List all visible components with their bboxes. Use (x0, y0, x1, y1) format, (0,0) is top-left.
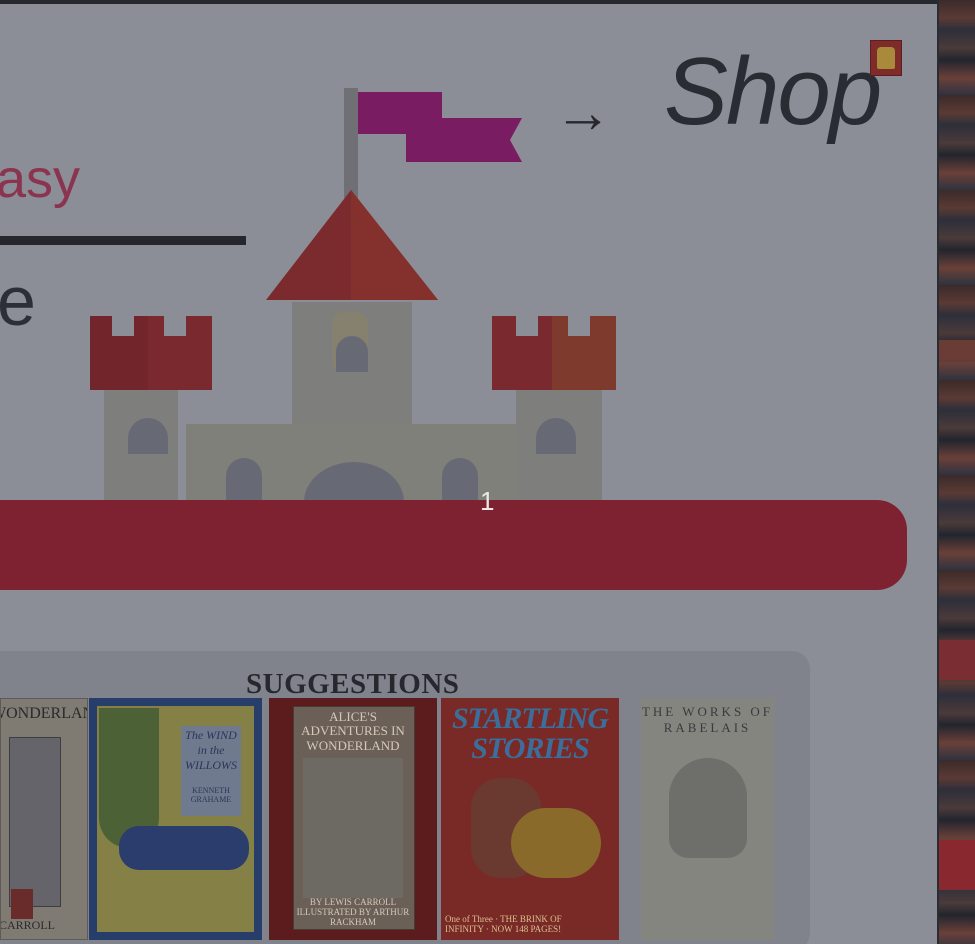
book-tagline: One of Three · THE BRINK OF INFINITY · N… (445, 914, 562, 934)
book-cover-wind-willows[interactable]: The WIND in the WILLOWS KENNETH GRAHAME (89, 698, 262, 940)
book-author: BY LEWIS CARROLL ILLUSTRATED BY ARTHUR R… (296, 897, 410, 928)
book-title: The WIND in the WILLOWS (184, 728, 237, 772)
book-author: CARROLL (0, 918, 55, 932)
flag-pole (344, 88, 358, 198)
right-background-strip (937, 0, 975, 944)
book-title: STARTLING STORIES (451, 702, 609, 765)
book-cover-wonderland[interactable]: WONDERLAND CARROLL (0, 698, 88, 940)
castle-illustration (90, 88, 616, 502)
book-title: THE WORKS OF RABELAIS (641, 704, 774, 735)
book-cover-rabelais[interactable]: THE WORKS OF RABELAIS (641, 698, 774, 940)
shop-logo-icon[interactable] (870, 40, 902, 76)
shop-title: Shop (664, 38, 882, 145)
suggestions-title: SUGGESTIONS (246, 668, 460, 700)
book-cover-alice[interactable]: ALICE'S ADVENTURES IN WONDERLAND BY LEWI… (269, 698, 437, 940)
hero-word-fantasy: asy (0, 149, 81, 209)
hero-word-bottom: e (0, 262, 36, 340)
page-indicator: 1 (480, 486, 495, 516)
flag-icon (358, 92, 522, 162)
main-page: asy e → Shop 1 SUGGESTIONS ONDERLA CARRO… (0, 4, 937, 944)
book-author: KENNETH GRAHAME (190, 786, 232, 804)
book-cover-startling[interactable]: STARTLING STORIES One of Three · THE BRI… (441, 698, 619, 940)
hero-banner[interactable] (0, 500, 907, 590)
book-title: ALICE'S ADVENTURES IN WONDERLAND (301, 709, 405, 753)
book-title: WONDERLAND (1, 705, 87, 722)
